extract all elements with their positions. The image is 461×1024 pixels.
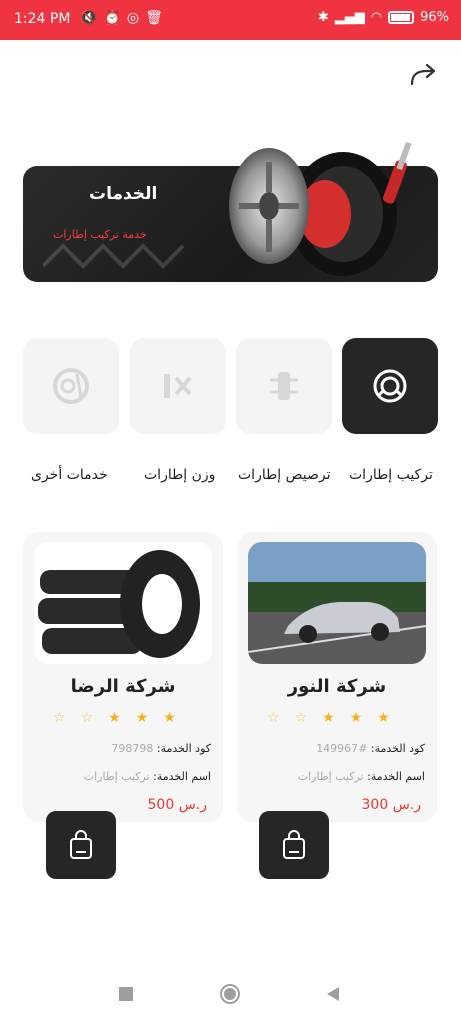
battery-level: 96% bbox=[420, 10, 449, 25]
system-navigation-bar bbox=[0, 970, 461, 1024]
service-code-row: كود الخدمة: 798798 bbox=[111, 742, 211, 755]
service-code-label: كود الخدمة: bbox=[370, 742, 425, 755]
whatsapp-icon: ◎ bbox=[126, 10, 140, 26]
category-label-balancing[interactable]: ترصيص إطارات bbox=[238, 467, 330, 483]
shopping-bag-icon bbox=[70, 830, 92, 859]
add-to-cart-button[interactable] bbox=[259, 811, 329, 879]
category-label-weighing[interactable]: وزن إطارات bbox=[144, 467, 215, 483]
provider-name: شركة الرضا bbox=[70, 676, 176, 697]
category-tire-installation[interactable] bbox=[342, 338, 438, 434]
add-to-cart-button[interactable] bbox=[46, 811, 116, 879]
services-banner: الخدمات خدمة تركيب إطارات bbox=[23, 142, 438, 282]
service-name-value: تركيب إطارات bbox=[297, 770, 364, 783]
service-name-row: اسم الخدمة: تركيب إطارات bbox=[84, 770, 211, 783]
alarm-icon: ⏰ bbox=[103, 10, 121, 26]
banner-subtitle: خدمة تركيب إطارات bbox=[53, 228, 147, 241]
star-empty-icon: ☆ bbox=[53, 710, 66, 726]
wheel-alignment-icon bbox=[164, 374, 192, 398]
star-empty-icon: ☆ bbox=[267, 710, 280, 726]
category-tire-weighing[interactable] bbox=[130, 338, 226, 434]
silent-icon: 🔇 bbox=[80, 10, 98, 26]
service-name-value: تركيب إطارات bbox=[83, 770, 150, 783]
star-filled-icon: ★ bbox=[349, 710, 363, 726]
star-empty-icon: ☆ bbox=[80, 710, 94, 726]
rating-stars: ☆ ☆ ★ ★ ★ bbox=[53, 710, 176, 726]
share-icon bbox=[410, 64, 436, 86]
tires-photo bbox=[34, 542, 212, 664]
signal-icon: ▂▄▆ bbox=[334, 10, 365, 25]
shopping-bag-icon bbox=[283, 830, 305, 859]
service-code-value: #149967 bbox=[316, 742, 368, 755]
tire-service-icon bbox=[373, 369, 407, 403]
share-button[interactable] bbox=[404, 58, 444, 92]
star-filled-icon: ★ bbox=[163, 710, 176, 726]
categories-labels: خدمات أخرى وزن إطارات ترصيص إطارات تركيب… bbox=[23, 467, 443, 491]
service-code-value: 798798 bbox=[111, 742, 154, 755]
categories-row bbox=[23, 338, 438, 436]
service-code-row: كود الخدمة: #149967 bbox=[316, 742, 425, 755]
battery-icon bbox=[388, 11, 415, 24]
tire-other-icon bbox=[53, 368, 89, 404]
category-tire-balancing[interactable] bbox=[236, 338, 332, 434]
back-icon[interactable] bbox=[325, 986, 341, 1002]
home-icon[interactable] bbox=[219, 983, 241, 1005]
car-photo bbox=[248, 542, 426, 664]
service-name-row: اسم الخدمة: تركيب إطارات bbox=[298, 770, 425, 783]
status-bar: 1:24 PM 🔇 ⏰ ◎ 🗑 ✱ ▂▄▆ ◠ 96% bbox=[0, 0, 461, 40]
price: 300 ر.س bbox=[361, 797, 421, 813]
star-filled-icon: ★ bbox=[322, 710, 335, 726]
service-name-label: اسم الخدمة: bbox=[367, 770, 425, 783]
price: 500 ر.س bbox=[147, 797, 207, 813]
provider-name: شركة النور bbox=[287, 676, 387, 697]
provider-card[interactable]: شركة الرضا ☆ ☆ ★ ★ ★ كود الخدمة: 798798 … bbox=[23, 532, 223, 822]
rating-stars: ☆ ☆ ★ ★ ★ bbox=[267, 710, 390, 726]
recents-icon[interactable] bbox=[118, 986, 134, 1002]
service-code-label: كود الخدمة: bbox=[156, 742, 211, 755]
category-other-services[interactable] bbox=[23, 338, 119, 434]
wheel-illustration bbox=[229, 142, 412, 276]
service-name-label: اسم الخدمة: bbox=[153, 770, 211, 783]
star-filled-icon: ★ bbox=[377, 710, 390, 726]
star-filled-icon: ★ bbox=[135, 710, 149, 726]
status-time: 1:24 PM bbox=[14, 11, 71, 27]
category-label-other[interactable]: خدمات أخرى bbox=[31, 467, 108, 483]
star-empty-icon: ☆ bbox=[294, 710, 308, 726]
wifi-icon: ◠ bbox=[370, 10, 383, 25]
tire-tread-decoration bbox=[43, 243, 185, 269]
status-left-icons: 🔇 ⏰ ◎ 🗑 bbox=[80, 10, 163, 26]
provider-card[interactable]: شركة النور ☆ ☆ ★ ★ ★ كود الخدمة: #149967… bbox=[237, 532, 437, 822]
bluetooth-icon: ✱ bbox=[317, 10, 329, 25]
tire-balancing-icon bbox=[270, 372, 298, 400]
star-filled-icon: ★ bbox=[108, 710, 121, 726]
category-label-installation[interactable]: تركيب إطارات bbox=[349, 467, 433, 483]
status-right-icons: ✱ ▂▄▆ ◠ 96% bbox=[318, 10, 449, 25]
trash-icon: 🗑 bbox=[145, 10, 163, 26]
banner-title: الخدمات bbox=[89, 184, 158, 204]
